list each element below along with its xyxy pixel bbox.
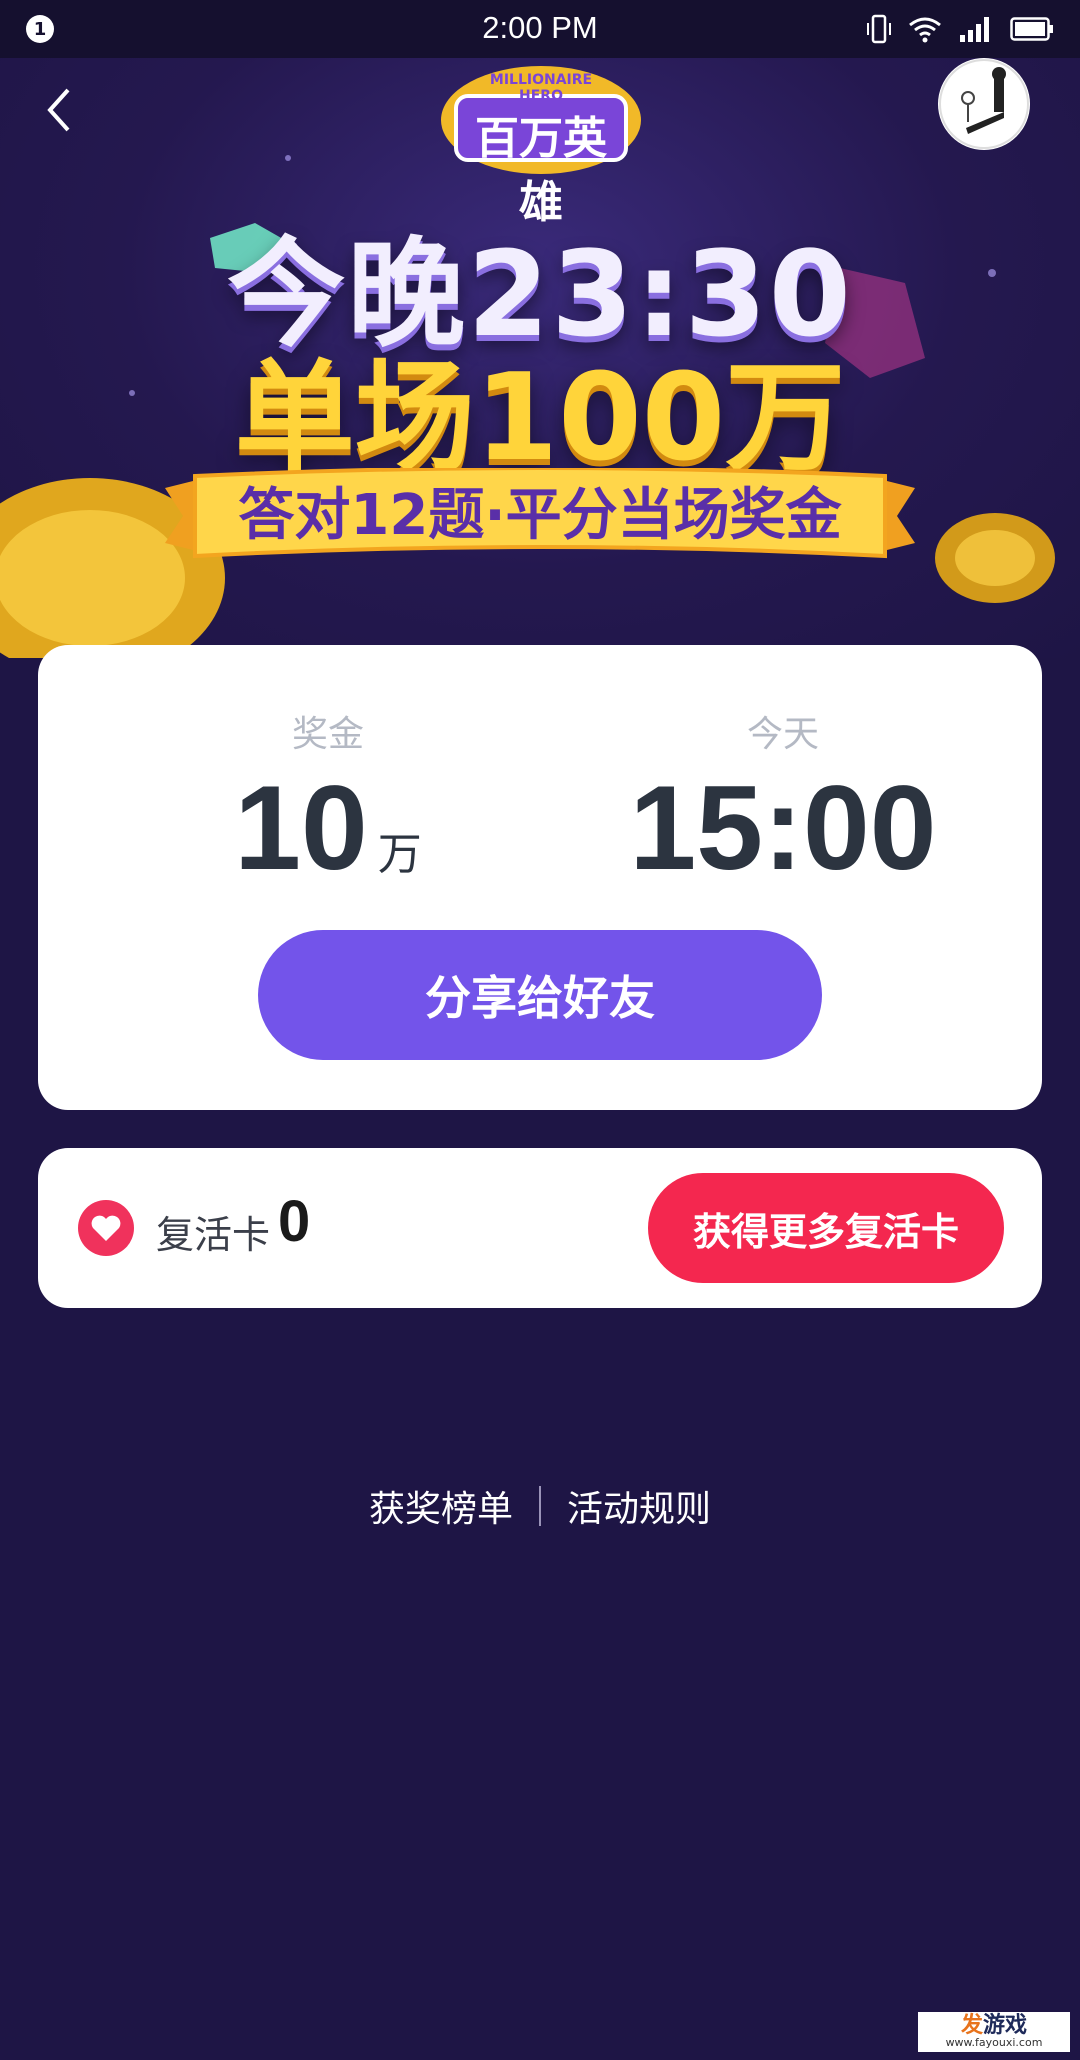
signal-icon [960, 17, 989, 42]
app-logo: 百万英雄 MILLIONAIRE HERO [436, 58, 646, 228]
start-time-stat: 今天 15:00 [618, 705, 948, 895]
revive-label: 复活卡 [156, 1213, 271, 1257]
hero-banner: 百万英雄 MILLIONAIRE HERO 今晚23:30 单场100万 答对1… [0, 58, 1080, 658]
winners-link[interactable]: 获奖榜单 [343, 1480, 539, 1532]
revive-card: 复活卡 0 获得更多复活卡 [38, 1148, 1042, 1308]
back-button[interactable] [36, 80, 96, 140]
share-button[interactable]: 分享给好友 [258, 930, 822, 1060]
watermark-main: 发游戏 [960, 2013, 1028, 2038]
watermark-url: www.fayouxi.com [945, 2036, 1043, 2049]
prize-unit: 万 [377, 829, 422, 880]
game-info-card: 奖金 10 万 今天 15:00 分享给好友 [38, 645, 1042, 1110]
chevron-left-icon [47, 88, 70, 132]
battery-icon [1010, 17, 1053, 41]
vibrate-icon [867, 14, 891, 44]
heart-icon [78, 1200, 134, 1256]
revive-count: 0 [278, 1189, 311, 1254]
status-icons [866, 14, 1054, 44]
status-bar: 1 2:00 PM [0, 0, 1080, 58]
site-watermark: 发游戏 www.fayouxi.com [918, 2012, 1070, 2052]
ribbon-text: 答对12题·平分当场奖金 [238, 483, 842, 548]
wifi-icon [909, 17, 941, 43]
prize-value: 10 [234, 761, 368, 895]
prize-stat: 奖金 10 万 [188, 705, 468, 895]
rules-link[interactable]: 活动规则 [541, 1480, 737, 1532]
logo-subtext: MILLIONAIRE HERO [489, 72, 593, 104]
avatar[interactable] [938, 58, 1030, 150]
prize-value-group: 10 万 [188, 761, 468, 895]
footer-links: 获奖榜单 活动规则 [0, 1480, 1080, 1532]
prize-label: 奖金 [291, 714, 364, 755]
time-label: 今天 [746, 714, 819, 755]
get-more-revive-button[interactable]: 获得更多复活卡 [648, 1173, 1004, 1283]
time-value: 15:00 [629, 761, 937, 895]
